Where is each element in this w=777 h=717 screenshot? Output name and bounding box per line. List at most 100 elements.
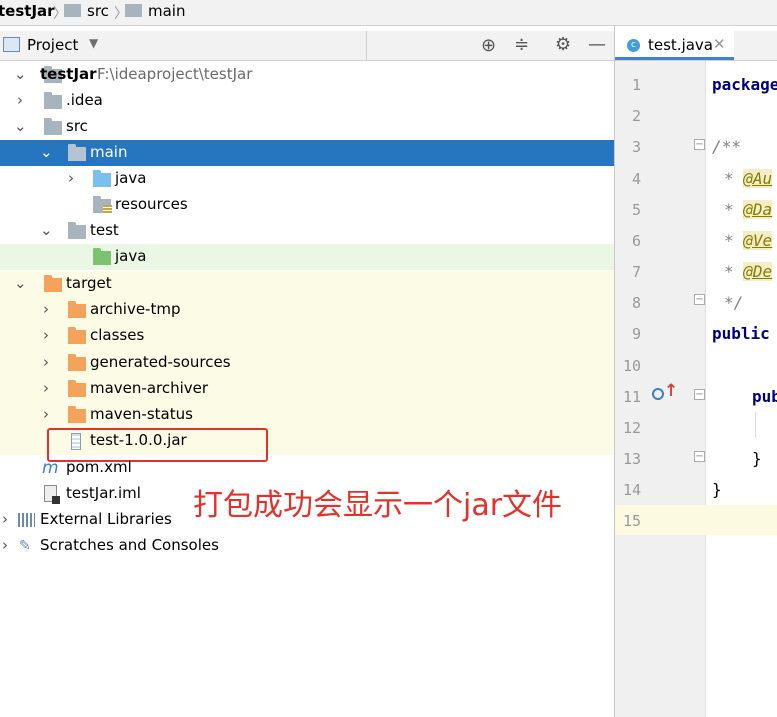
javadoc-tag: @De	[743, 262, 773, 281]
collapsed-arrow-icon[interactable]: ›	[43, 405, 57, 425]
collapse-all-icon[interactable]: ≑	[514, 34, 529, 55]
tree-item-idea[interactable]: › .idea	[0, 88, 614, 114]
tree-item-resources[interactable]: resources	[0, 192, 614, 218]
resources-marker-icon	[103, 205, 112, 214]
tree-item-maven-archiver[interactable]: › maven-archiver	[0, 376, 614, 402]
tab-label: test.java	[648, 36, 714, 54]
fold-icon[interactable]: −	[694, 139, 705, 150]
tree-label: testJar.iml	[66, 484, 141, 502]
code-line[interactable]: public	[712, 324, 770, 343]
code-line[interactable]: pub	[752, 387, 777, 406]
line-number: 12	[622, 419, 641, 437]
navigation-breadcrumb: testJar 〉 src 〉 main	[0, 0, 777, 26]
tab-test-java[interactable]: c test.java ✕	[615, 31, 734, 60]
tree-label: resources	[115, 195, 188, 213]
tree-item-test-java[interactable]: java	[0, 244, 614, 270]
expanded-arrow-icon[interactable]: ⌄	[40, 143, 54, 163]
expanded-arrow-icon[interactable]: ⌄	[14, 65, 28, 85]
tree-item-classes[interactable]: › classes	[0, 323, 614, 349]
tree-label: generated-sources	[90, 353, 231, 371]
libraries-icon	[18, 513, 35, 527]
code-line[interactable]: /**	[712, 137, 741, 156]
tree-item-target[interactable]: ⌄ target	[0, 271, 614, 297]
code-line[interactable]: * @De	[724, 262, 773, 281]
line-number: 7	[631, 263, 641, 281]
tree-item-main-selected[interactable]: ⌄ main	[0, 140, 614, 166]
collapsed-arrow-icon[interactable]: ›	[43, 300, 57, 320]
expanded-arrow-icon[interactable]: ⌄	[14, 274, 28, 294]
tree-label: .idea	[66, 91, 103, 109]
hide-panel-icon[interactable]: —	[588, 34, 606, 55]
line-number: 6	[631, 232, 641, 250]
excluded-folder-icon	[68, 327, 86, 344]
collapsed-arrow-icon[interactable]: ›	[2, 510, 16, 530]
comment-star: *	[724, 200, 734, 219]
implements-marker-icon[interactable]	[652, 388, 664, 400]
breadcrumb-src[interactable]: src	[87, 2, 109, 20]
folder-icon	[68, 222, 86, 239]
breadcrumb-project[interactable]: testJar	[0, 2, 55, 20]
tree-label: archive-tmp	[90, 300, 181, 318]
tree-item-maven-status[interactable]: › maven-status	[0, 402, 614, 428]
code-line[interactable]: }	[712, 480, 722, 499]
tree-label: java	[115, 247, 147, 265]
tree-label: main	[90, 143, 128, 161]
expanded-arrow-icon[interactable]: ⌄	[40, 221, 54, 241]
collapsed-arrow-icon[interactable]: ›	[17, 91, 31, 111]
tree-label: target	[66, 274, 112, 292]
comment-star: *	[724, 262, 734, 281]
tree-item-generated-sources[interactable]: › generated-sources	[0, 350, 614, 376]
code-line[interactable]: }	[752, 449, 762, 468]
tree-label: src	[66, 117, 88, 135]
comment-star: *	[724, 231, 734, 250]
root-label: testJar	[40, 65, 97, 83]
collapsed-arrow-icon[interactable]: ›	[43, 353, 57, 373]
line-number: 2	[631, 107, 641, 125]
line-number: 9	[631, 325, 641, 343]
root-path: F:\ideaproject\testJar	[97, 65, 253, 83]
override-up-arrow-icon[interactable]: ↑	[664, 381, 678, 401]
view-dropdown-icon[interactable]: ▼	[89, 36, 98, 50]
tree-item-archive-tmp[interactable]: › archive-tmp	[0, 297, 614, 323]
tree-item-pom[interactable]: m pom.xml	[0, 455, 614, 481]
excluded-folder-icon	[68, 380, 86, 397]
tree-item-scratches[interactable]: › ✎ Scratches and Consoles	[0, 533, 614, 559]
line-number: 5	[631, 201, 641, 219]
line-number: 10	[622, 357, 641, 375]
close-icon[interactable]: ✕	[713, 35, 726, 53]
code-line[interactable]: */	[724, 293, 743, 312]
locate-file-icon[interactable]: ⊕	[481, 35, 496, 56]
collapsed-arrow-icon[interactable]: ›	[2, 536, 16, 556]
comment-star: *	[724, 169, 734, 188]
excluded-folder-icon	[68, 406, 86, 423]
fold-icon[interactable]: −	[694, 294, 705, 305]
collapsed-arrow-icon[interactable]: ›	[43, 326, 57, 346]
tree-label: maven-status	[90, 405, 193, 423]
javadoc-tag: @Ve	[743, 231, 773, 250]
test-source-folder-icon	[93, 248, 111, 265]
expanded-arrow-icon[interactable]: ⌄	[14, 117, 28, 137]
line-number: 14	[622, 481, 641, 499]
fold-icon[interactable]: −	[694, 451, 705, 462]
breadcrumb-main[interactable]: main	[148, 2, 185, 20]
tree-item-root[interactable]: ⌄ testJar F:\ideaproject\testJar	[0, 62, 614, 88]
project-panel-title[interactable]: Project	[27, 36, 78, 54]
code-line[interactable]: * @Ve	[724, 231, 773, 250]
line-number: 15	[622, 512, 641, 530]
folder-icon	[44, 92, 62, 109]
tree-item-main-java[interactable]: › java	[0, 166, 614, 192]
code-line[interactable]: * @Da	[724, 200, 773, 219]
code-line[interactable]: * @Au	[724, 169, 773, 188]
collapsed-arrow-icon[interactable]: ›	[43, 379, 57, 399]
tree-label: test	[90, 221, 119, 239]
fold-icon[interactable]: −	[694, 389, 705, 400]
code-line[interactable]: package	[712, 75, 777, 94]
tree-item-test[interactable]: ⌄ test	[0, 218, 614, 244]
scratches-icon: ✎	[19, 538, 31, 554]
tree-item-src[interactable]: ⌄ src	[0, 114, 614, 140]
line-number: 4	[631, 170, 641, 188]
maven-icon: m	[42, 458, 59, 478]
gear-icon[interactable]: ⚙	[555, 34, 571, 55]
collapsed-arrow-icon[interactable]: ›	[68, 169, 82, 189]
javadoc-tag: @Da	[743, 200, 773, 219]
